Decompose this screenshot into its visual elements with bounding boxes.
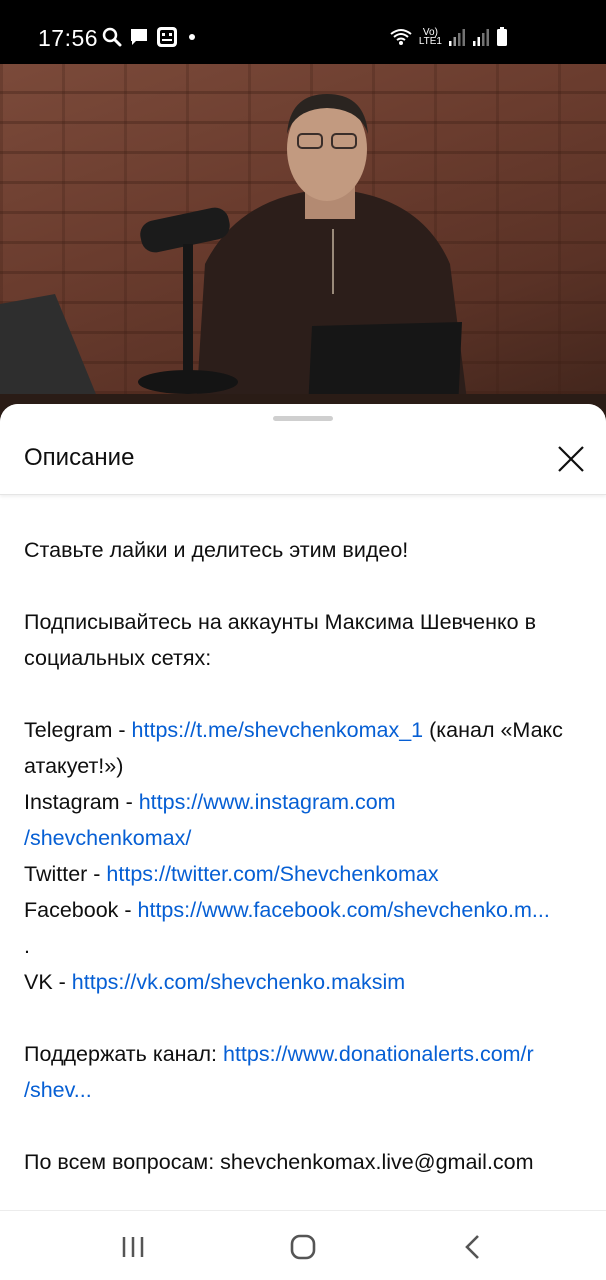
- facebook-label: Facebook -: [24, 898, 138, 922]
- wifi-icon: [390, 29, 412, 45]
- instagram-line: Instagram - https://www.instagram.com: [24, 784, 589, 820]
- status-icons-right: Vo) LTE1: [389, 27, 508, 47]
- description-line: Ставьте лайки и делитесь этим видео!: [24, 538, 409, 562]
- signal-icon: [449, 29, 465, 46]
- description-body: Ставьте лайки и делитесь этим видео! Под…: [24, 532, 589, 1180]
- facebook-line: Facebook - https://www.facebook.com/shev…: [24, 892, 589, 928]
- video-player[interactable]: [0, 64, 606, 424]
- support-link[interactable]: https://www.donationalerts.com/r: [223, 1042, 534, 1066]
- support-link-cont[interactable]: /shev...: [24, 1078, 92, 1102]
- status-icons-left: [102, 26, 199, 48]
- video-frame: [0, 94, 606, 424]
- facebook-link[interactable]: https://www.facebook.com/shevchenko.m...: [138, 898, 550, 922]
- drag-handle[interactable]: [273, 416, 333, 421]
- lte-indicator: Vo) LTE1: [418, 28, 442, 47]
- navigation-bar: [0, 1210, 606, 1280]
- vk-line: VK - https://vk.com/shevchenko.maksim: [24, 964, 589, 1000]
- telegram-label: Telegram -: [24, 718, 132, 742]
- recent-apps-icon[interactable]: [113, 1229, 153, 1265]
- instagram-link[interactable]: https://www.instagram.com: [139, 790, 396, 814]
- sheet-title: Описание: [24, 444, 135, 471]
- home-icon[interactable]: [283, 1229, 323, 1265]
- sheet-header: Описание: [0, 404, 606, 495]
- support-line-cont: /shev...: [24, 1072, 589, 1108]
- contact-line: По всем вопросам: shevchenkomax.live@gma…: [24, 1150, 534, 1174]
- support-label: Поддержать канал:: [24, 1042, 223, 1066]
- close-icon[interactable]: [552, 440, 590, 478]
- telegram-link[interactable]: https://t.me/shevchenkomax_1: [132, 718, 424, 742]
- vk-link[interactable]: https://vk.com/shevchenko.maksim: [72, 970, 405, 994]
- instagram-link-cont[interactable]: /shevchenkomax/: [24, 826, 191, 850]
- status-bar: 17:56 Vo) LTE1: [0, 0, 606, 64]
- back-icon[interactable]: [453, 1229, 493, 1265]
- search-icon: [102, 27, 122, 47]
- telegram-line: Telegram - https://t.me/shevchenkomax_1 …: [24, 712, 589, 784]
- screen: 17:56 Vo) LTE1 Описание Ставьте лайки и …: [0, 0, 606, 1280]
- chat-icon: [131, 29, 147, 45]
- twitter-line: Twitter - https://twitter.com/Shevchenko…: [24, 856, 589, 892]
- app-notification-icon: [157, 27, 177, 47]
- twitter-link[interactable]: https://twitter.com/Shevchenkomax: [106, 862, 438, 886]
- description-line: Подписывайтесь на аккаунты Максима Шевче…: [24, 610, 537, 670]
- twitter-label: Twitter -: [24, 862, 107, 886]
- description-sheet: Описание Ставьте лайки и делитесь этим в…: [0, 404, 606, 1210]
- instagram-line-cont: /shevchenkomax/: [24, 820, 589, 856]
- support-line: Поддержать канал: https://www.donational…: [24, 1036, 589, 1072]
- instagram-label: Instagram -: [24, 790, 139, 814]
- lte-label-bottom: LTE1: [418, 36, 442, 47]
- signal-icon: [473, 29, 489, 46]
- dot-icon: [189, 34, 195, 40]
- vk-label: VK -: [24, 970, 72, 994]
- battery-icon: [497, 27, 507, 46]
- facebook-tail: .: [24, 934, 30, 958]
- status-time: 17:56: [38, 25, 99, 51]
